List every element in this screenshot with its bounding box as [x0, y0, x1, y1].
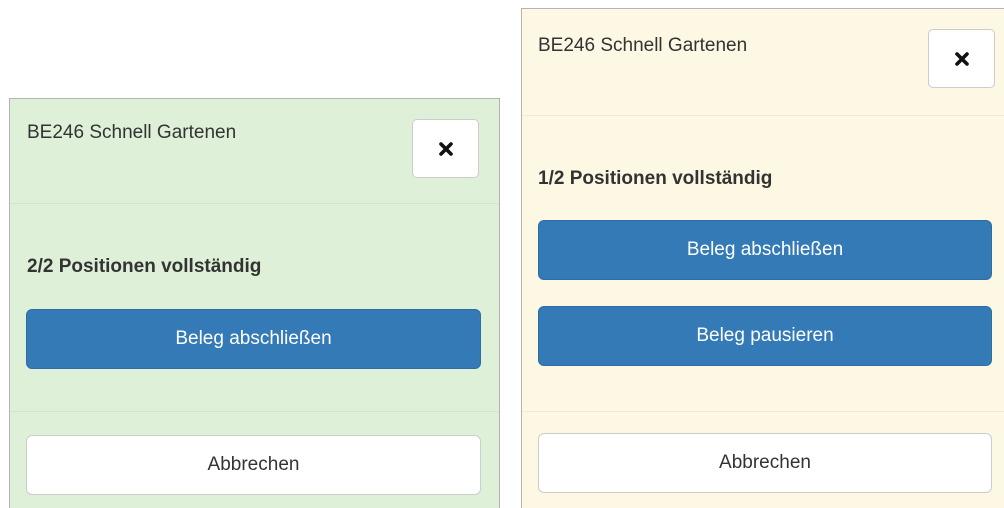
close-x-icon: [438, 141, 453, 156]
dialog-title: BE246 Schnell Gartenen: [538, 35, 748, 56]
close-x-icon: [954, 51, 969, 66]
cancel-button[interactable]: Abbrechen: [26, 435, 481, 495]
footer-divider: [10, 411, 499, 412]
pause-document-button[interactable]: Beleg pausieren: [538, 306, 992, 366]
complete-document-button[interactable]: Beleg abschließen: [26, 309, 481, 369]
complete-document-button[interactable]: Beleg abschließen: [538, 220, 992, 280]
close-button[interactable]: [412, 119, 479, 178]
footer-divider: [522, 411, 1004, 412]
close-button[interactable]: [928, 29, 995, 88]
completion-status: 1/2 Positionen vollständig: [538, 168, 773, 189]
cancel-button[interactable]: Abbrechen: [538, 433, 992, 493]
right-dialog: BE246 Schnell Gartenen 1/2 Positionen vo…: [521, 8, 1004, 508]
header-divider: [522, 115, 1004, 116]
left-dialog: BE246 Schnell Gartenen 2/2 Positionen vo…: [9, 98, 500, 508]
completion-status: 2/2 Positionen vollständig: [27, 256, 262, 277]
header-divider: [10, 203, 499, 204]
dialog-title: BE246 Schnell Gartenen: [27, 122, 237, 143]
